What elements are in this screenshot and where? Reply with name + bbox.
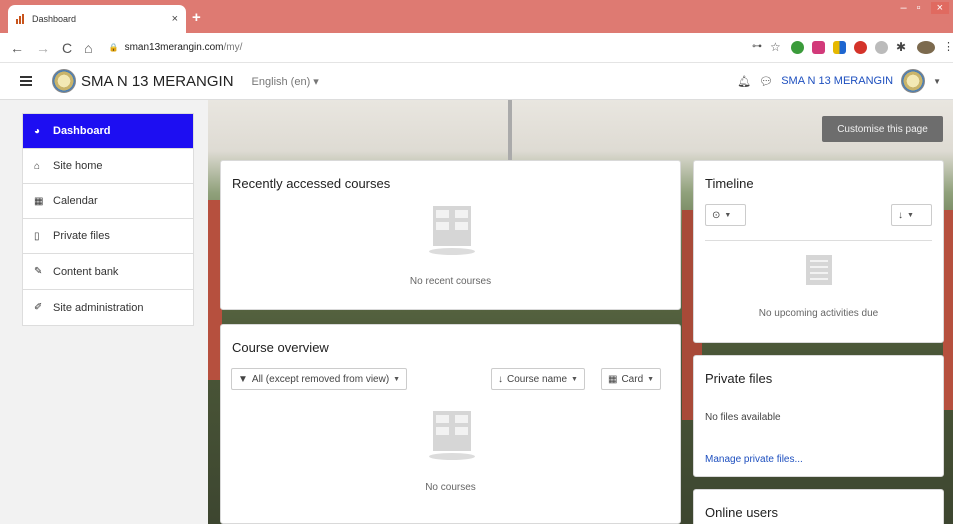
message-icon[interactable]: 💬︎ [759,75,773,88]
sidebar-item-private-files[interactable]: ▯ Private files [23,219,193,254]
lock-icon: 🔒 [108,43,119,52]
home-browser-icon[interactable]: ⌂ [84,40,92,56]
timeline-card: Timeline ⊙ ▼ ↓ ▼ No upcoming activities … [693,160,944,343]
site-name[interactable]: SMA N 13 MERANGIN [81,73,234,90]
user-nav: 🔔︎ 💬︎ SMA N 13 MERANGIN ▼ [737,69,941,93]
filter-label: All (except removed from view) [251,373,390,385]
chevron-down-icon: ▼ [393,375,401,383]
chevron-down-icon: ▼ [647,375,655,383]
back-icon[interactable]: ← [10,40,24,56]
menu-dots-icon[interactable]: ⋮ [943,41,953,54]
list-icon [806,255,832,285]
url-field[interactable]: 🔒 sman13merangin.com/my/ [109,42,243,53]
grid-icon: ▦ [608,373,618,385]
minimize-icon[interactable]: – [901,2,907,14]
extensions: ⊶ ☆ ✱ ⋮ [752,41,953,54]
customise-page-button[interactable]: Customise this page [822,116,943,142]
home-icon: ⌂ [34,160,41,172]
sidebar-item-calendar[interactable]: ▦ Calendar [23,184,193,219]
sidebar-item-label: Content bank [53,265,119,278]
sidebar-item-label: Calendar [53,195,98,207]
course-book-icon [429,411,475,461]
sidebar-item-label: Private files [53,230,110,242]
timeline-filter-dropdown[interactable]: ⊙ ▼ [705,204,746,226]
calendar-icon: ▦ [34,195,44,207]
view-label: Card [621,373,644,385]
user-name[interactable]: SMA N 13 MERANGIN [781,75,893,87]
empty-message: No files available [705,412,781,423]
chevron-down-icon: ▼ [724,211,732,219]
empty-message: No recent courses [409,276,492,287]
admin-nav-list: ✐ Site administration [22,289,194,326]
clock-icon: ⊙ [712,209,721,221]
moodle-favicon-icon [16,14,26,24]
sidebar-item-site-administration[interactable]: ✐ Site administration [23,290,193,325]
window-close-icon[interactable]: × [930,2,949,14]
card-title: Recently accessed courses [232,176,391,191]
nav-drawer: ◕ Dashboard ⌂ Site home ▦ Calendar ▯ Pri… [0,100,208,524]
url-path: /my/ [223,42,243,53]
reload-icon[interactable]: C [62,40,72,56]
chevron-down-icon: ▼ [907,211,914,219]
extension-grey-icon[interactable] [875,41,888,54]
new-tab-button[interactable]: + [192,9,201,26]
window-controls: – ▫ × [901,2,949,14]
profile-icon[interactable] [917,41,935,54]
card-title: Private files [705,371,773,386]
browser-tab-bar: Dashboard × + – ▫ × [0,0,953,33]
sidebar-item-label: Site home [53,160,103,172]
course-filter-dropdown[interactable]: ▼ All (except removed from view) ▼ [231,368,408,390]
bell-icon[interactable]: 🔔︎ [737,75,751,88]
sort-icon: ↓ [898,209,903,221]
language-selector[interactable]: English (en) ▾ [252,75,319,88]
sort-label: Course name [507,373,568,385]
course-sort-dropdown[interactable]: ↓ Course name ▼ [491,368,585,390]
key-icon[interactable]: ⊶ [752,41,762,54]
private-files-card: Private files No files available Manage … [693,355,944,477]
filter-icon: ▼ [238,373,248,385]
card-title: Timeline [705,176,754,191]
avatar[interactable] [901,69,926,93]
card-title: Course overview [232,340,329,355]
browser-tab[interactable]: Dashboard × [8,5,186,33]
file-icon: ▯ [34,230,40,242]
sidebar-item-label: Dashboard [53,125,111,137]
course-book-icon [429,206,475,256]
forward-icon[interactable]: → [36,40,50,56]
extension-adblock-icon[interactable] [854,41,867,54]
wrench-icon: ✐ [34,302,43,313]
chevron-down-icon[interactable]: ▼ [933,77,941,86]
course-overview-card: Course overview ▼ All (except removed fr… [220,324,681,524]
puzzle-icon[interactable]: ✱ [896,41,909,54]
star-icon[interactable]: ☆ [770,41,783,54]
card-title: Online users [705,505,778,520]
empty-message: No upcoming activities due [758,308,879,319]
extension-green-icon[interactable] [791,41,804,54]
site-navbar: SMA N 13 MERANGIN English (en) ▾ 🔔︎ 💬︎ S… [0,63,953,100]
course-view-dropdown[interactable]: ▦ Card ▼ [601,368,662,390]
recent-courses-card: Recently accessed courses No recent cour… [220,160,681,310]
manage-private-files-link[interactable]: Manage private files... [705,454,803,465]
dashboard-icon: ◕ [34,125,41,137]
sidebar-item-site-home[interactable]: ⌂ Site home [23,149,193,184]
address-bar: ← → C ⌂ 🔒 sman13merangin.com/my/ ⊶ ☆ ✱ ⋮ [0,33,953,63]
tab-close-icon[interactable]: × [172,13,178,25]
tab-title: Dashboard [32,14,77,24]
extension-red-icon[interactable] [812,41,825,54]
school-logo-icon[interactable] [52,69,76,93]
timeline-sort-dropdown[interactable]: ↓ ▼ [891,204,932,226]
sidebar-item-dashboard[interactable]: ◕ Dashboard [23,114,193,149]
nav-list: ◕ Dashboard ⌂ Site home ▦ Calendar ▯ Pri… [22,113,194,290]
online-users-card: Online users [693,489,944,524]
chevron-down-icon: ▼ [571,375,578,383]
sidebar-item-label: Site administration [53,301,144,314]
empty-message: No courses [425,482,476,493]
restore-icon[interactable]: ▫ [917,2,921,14]
extension-multicolor-icon[interactable] [833,41,846,54]
sidebar-item-content-bank[interactable]: ✎ Content bank [23,254,193,289]
url-host: sman13merangin.com [124,42,224,53]
paint-brush-icon: ✎ [34,266,43,277]
sort-icon: ↓ [498,373,503,385]
hamburger-menu-icon[interactable] [20,76,32,86]
